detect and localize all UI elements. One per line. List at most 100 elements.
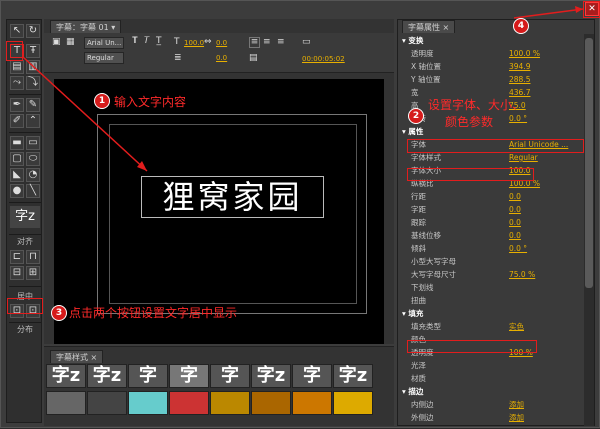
- align-top-icon[interactable]: ⊓: [26, 250, 40, 264]
- style-swatch[interactable]: [128, 391, 168, 415]
- property-label: 字距: [411, 205, 426, 214]
- annotation-badge-3: 3: [51, 305, 67, 321]
- property-row: 行距 0.0: [398, 190, 584, 203]
- property-value[interactable]: 0.0 °: [509, 112, 527, 125]
- property-value[interactable]: 394.9: [509, 60, 530, 73]
- style-swatch[interactable]: 字z: [333, 364, 373, 388]
- italic-icon[interactable]: 𝑇: [144, 36, 150, 46]
- annotation-badge-2: 2: [408, 108, 424, 124]
- property-row: 扭曲: [398, 294, 584, 307]
- rounded-corner-rect-icon[interactable]: ⬭: [26, 152, 40, 166]
- align-hcenter-icon[interactable]: ⊟: [10, 266, 24, 280]
- leading-value[interactable]: 0.0: [216, 54, 227, 62]
- add-anchor-icon[interactable]: ✐: [10, 114, 24, 128]
- font-size-icon: T: [174, 37, 180, 47]
- kerning-value[interactable]: 0.0: [216, 39, 227, 47]
- template-icon[interactable]: ▦: [66, 37, 75, 47]
- style-swatch[interactable]: [46, 391, 86, 415]
- style-swatch[interactable]: [210, 391, 250, 415]
- property-value[interactable]: 288.5: [509, 73, 530, 86]
- property-value[interactable]: 添加: [509, 411, 524, 424]
- area-type-tool-icon[interactable]: ▤: [10, 60, 24, 74]
- color-highlight: [407, 340, 537, 353]
- distribute-label: 分布: [17, 325, 33, 334]
- font-style-select[interactable]: Regular: [84, 52, 124, 64]
- tab-stops-icon[interactable]: ▤: [249, 53, 258, 63]
- line-tool-icon[interactable]: ╲: [26, 184, 40, 198]
- title-text[interactable]: 狸窝家园: [141, 176, 324, 218]
- style-swatch[interactable]: [292, 391, 332, 415]
- properties-tab[interactable]: 字幕属性 ×: [402, 20, 456, 33]
- ellipse-tool-icon[interactable]: ●: [10, 184, 24, 198]
- show-video-icon[interactable]: ▭: [302, 37, 311, 47]
- style-swatch[interactable]: [87, 391, 127, 415]
- property-row: 透明度 100.0 %: [398, 47, 584, 60]
- title-editor: 字幕：字幕 01 ▾ ▣ ▦ Arial Un... Regular 𝐓 𝑇 T…: [44, 19, 394, 344]
- roll-crawl-icon[interactable]: ▣: [52, 37, 61, 47]
- arrow-to-close: [513, 8, 584, 19]
- style-swatch[interactable]: [251, 391, 291, 415]
- style-swatch[interactable]: [169, 391, 209, 415]
- rounded-rect-icon[interactable]: ▢: [10, 152, 24, 166]
- wedge-tool-icon[interactable]: ◣: [10, 168, 24, 182]
- align-right-text-icon[interactable]: ≡: [277, 37, 285, 47]
- property-label: 大写字母尺寸: [411, 270, 456, 279]
- delete-anchor-icon[interactable]: ✎: [26, 98, 40, 112]
- section-transform[interactable]: ▾ 变换: [398, 34, 584, 47]
- font-size-value[interactable]: 100.0: [184, 39, 204, 47]
- arc-tool-icon[interactable]: ◔: [26, 168, 40, 182]
- title-designer-window: ✕ ↖ ↻ T Ŧ ▤ ▥ ⤳ ⤵ ✒ ✎ ✐ ⌃ ▬ ▭ ▢ ⬭ ◣ ◔ ● …: [0, 0, 600, 428]
- style-swatch[interactable]: 字z: [251, 364, 291, 388]
- font-size-highlight: [407, 168, 534, 181]
- align-left-text-icon[interactable]: ≡: [249, 37, 260, 48]
- style-swatch[interactable]: 字: [292, 364, 332, 388]
- property-value[interactable]: 添加: [509, 398, 524, 411]
- annotation-badge-4: 4: [513, 18, 529, 34]
- vertical-path-type-icon[interactable]: ⤵: [26, 76, 40, 90]
- property-value[interactable]: 0.0: [509, 229, 521, 242]
- property-value[interactable]: 100.0 %: [509, 47, 540, 60]
- style-swatch[interactable]: 字z: [46, 364, 86, 388]
- styles-tab[interactable]: 字幕样式 ×: [50, 350, 104, 363]
- annotation-note-3: 点击两个按钮设置文字居中显示: [69, 306, 238, 320]
- annotation-note-2a: 设置字体、大小、: [428, 98, 525, 112]
- bold-icon[interactable]: 𝐓: [132, 36, 138, 46]
- property-value[interactable]: 75.0 %: [509, 268, 535, 281]
- style-swatch[interactable]: [333, 391, 373, 415]
- rectangle-tool-icon[interactable]: ▬: [10, 136, 24, 150]
- pen-tool-icon[interactable]: ✒: [10, 98, 24, 112]
- style-swatch[interactable]: 字: [210, 364, 250, 388]
- property-value[interactable]: 0.0: [509, 203, 521, 216]
- font-family-select[interactable]: Arial Un...: [84, 37, 124, 49]
- style-swatch[interactable]: 字: [128, 364, 168, 388]
- style-swatch[interactable]: 字: [169, 364, 209, 388]
- clipped-rect-icon[interactable]: ▭: [26, 136, 40, 150]
- align-center-text-icon[interactable]: ≡: [263, 37, 271, 47]
- section-stroke[interactable]: ▾ 描边: [398, 385, 584, 398]
- style-swatch[interactable]: 字z: [87, 364, 127, 388]
- align-left-icon[interactable]: ⊏: [10, 250, 24, 264]
- property-value[interactable]: 实色: [509, 320, 524, 333]
- selection-tool-icon[interactable]: ↖: [10, 24, 24, 38]
- property-value[interactable]: 0.0: [509, 190, 521, 203]
- vertical-type-tool-icon[interactable]: Ŧ: [26, 44, 40, 58]
- align-vcenter-icon[interactable]: ⊞: [26, 266, 40, 280]
- property-value[interactable]: 0.0: [509, 216, 521, 229]
- timecode[interactable]: 00:00:05:02: [302, 55, 345, 63]
- vertical-area-type-icon[interactable]: ▥: [26, 60, 40, 74]
- property-value[interactable]: 0.0 °: [509, 242, 527, 255]
- underline-icon[interactable]: T̲: [156, 36, 162, 46]
- kerning-icon: ⇔: [204, 37, 212, 47]
- tools-panel: ↖ ↻ T Ŧ ▤ ▥ ⤳ ⤵ ✒ ✎ ✐ ⌃ ▬ ▭ ▢ ⬭ ◣ ◔ ● ╲ …: [6, 19, 42, 423]
- property-label: 下划线: [411, 283, 434, 292]
- rotate-tool-icon[interactable]: ↻: [26, 24, 40, 38]
- properties-scrollbar[interactable]: [584, 34, 594, 426]
- path-type-tool-icon[interactable]: ⤳: [10, 76, 24, 90]
- title-styles-panel: 字幕样式 × 字z 字z 字 字 字 字z 字 字z: [44, 346, 394, 426]
- align-label: 对齐: [17, 237, 33, 246]
- scrollbar-thumb[interactable]: [585, 38, 593, 288]
- title-tab[interactable]: 字幕：字幕 01 ▾: [50, 20, 122, 33]
- section-fill[interactable]: ▾ 填充: [398, 307, 584, 320]
- convert-anchor-icon[interactable]: ⌃: [26, 114, 40, 128]
- leading-icon: ≣: [174, 53, 182, 63]
